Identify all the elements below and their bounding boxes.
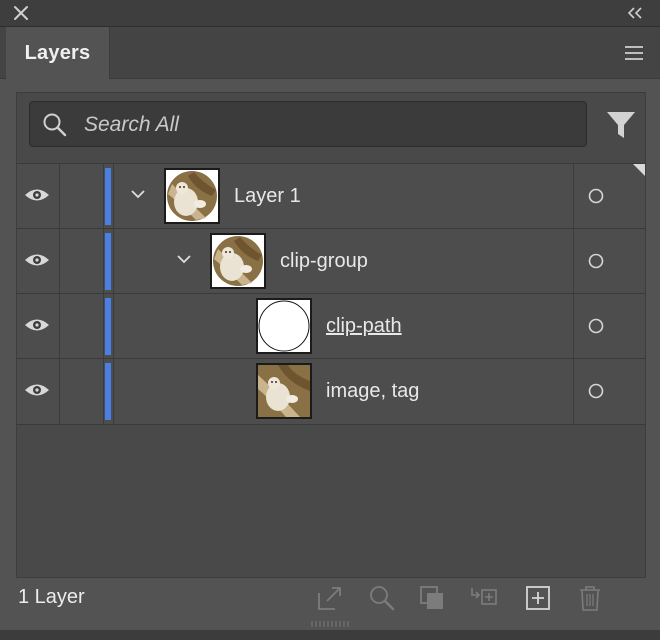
layer-name-label: clip-group: [280, 250, 368, 272]
visibility-toggle[interactable]: [17, 229, 60, 293]
layer-thumbnail: [210, 233, 266, 289]
layer-name-cell[interactable]: image, tag: [113, 359, 574, 424]
layer-name-label: Layer 1: [234, 185, 301, 207]
layer-name-label: image, tag: [326, 380, 420, 402]
target-cell[interactable]: [573, 294, 646, 358]
layer-name-cell[interactable]: Layer 1: [113, 164, 574, 228]
layer-name-cell[interactable]: clip-path: [113, 294, 574, 358]
lock-toggle[interactable]: [59, 229, 104, 293]
circle-path-thumbnail: [258, 300, 310, 352]
search-box[interactable]: [29, 101, 587, 148]
layer-color-bar: [105, 168, 111, 225]
lock-toggle[interactable]: [59, 164, 104, 228]
make-clipping-mask-icon[interactable]: [418, 584, 446, 612]
layer-row-clip-path[interactable]: clip-path: [17, 293, 645, 358]
layers-panel: Layer 1: [16, 92, 646, 578]
cat-in-tree-image: [212, 235, 264, 287]
selection-corner-indicator: [633, 164, 645, 176]
layer-name-label: clip-path: [326, 315, 402, 337]
target-circle-icon[interactable]: [588, 188, 604, 204]
target-cell[interactable]: [573, 229, 646, 293]
layer-color-bar: [105, 363, 111, 420]
lock-toggle[interactable]: [59, 294, 104, 358]
target-cell[interactable]: [573, 359, 646, 424]
target-circle-icon[interactable]: [588, 383, 604, 399]
create-sublayer-icon[interactable]: [470, 584, 498, 612]
layer-thumbnail: [164, 168, 220, 224]
tab-strip: Layers: [0, 27, 660, 79]
eye-icon[interactable]: [24, 252, 50, 268]
filter-icon[interactable]: [605, 109, 637, 141]
cat-in-tree-image: [258, 365, 310, 417]
panel-footer: 1 Layer: [16, 578, 646, 618]
locate-object-icon[interactable]: [368, 584, 396, 612]
tab-layers-label: Layers: [24, 41, 91, 64]
tab-layers[interactable]: Layers: [6, 27, 110, 79]
collect-in-new-layer-icon[interactable]: [316, 584, 344, 612]
visibility-toggle[interactable]: [17, 359, 60, 424]
lock-toggle[interactable]: [59, 359, 104, 424]
cat-in-tree-image: [166, 170, 218, 222]
layer-count: 1 Layer: [18, 586, 85, 608]
layers-list: Layer 1 clip-group clip-path image, tag: [17, 163, 645, 425]
eye-icon[interactable]: [24, 187, 50, 203]
layer-thumbnail: [256, 298, 312, 354]
close-icon[interactable]: [12, 4, 30, 22]
layer-color-bar: [105, 298, 111, 355]
resize-grip[interactable]: [310, 620, 350, 628]
search-icon: [43, 113, 67, 137]
collapse-panel-icon[interactable]: [626, 5, 646, 21]
new-layer-icon[interactable]: [524, 584, 552, 612]
chevron-down-icon[interactable]: [130, 188, 146, 200]
target-circle-icon[interactable]: [588, 318, 604, 334]
layer-row-clip-group[interactable]: clip-group: [17, 228, 645, 293]
eye-icon[interactable]: [24, 317, 50, 333]
delete-icon[interactable]: [576, 584, 604, 612]
layer-color-bar: [105, 233, 111, 290]
eye-icon[interactable]: [24, 382, 50, 398]
visibility-toggle[interactable]: [17, 294, 60, 358]
target-circle-icon[interactable]: [588, 253, 604, 269]
layer-name-cell[interactable]: clip-group: [113, 229, 574, 293]
layer-thumbnail: [256, 363, 312, 419]
layer-row-image-tag[interactable]: image, tag: [17, 358, 645, 425]
visibility-toggle[interactable]: [17, 164, 60, 228]
panel-menu-icon[interactable]: [624, 45, 644, 61]
panel-bottom-edge: [0, 630, 660, 640]
search-input[interactable]: [82, 102, 566, 148]
panel-titlebar: [0, 0, 660, 27]
chevron-down-icon[interactable]: [176, 253, 192, 265]
layer-row-layer-1[interactable]: Layer 1: [17, 163, 645, 228]
